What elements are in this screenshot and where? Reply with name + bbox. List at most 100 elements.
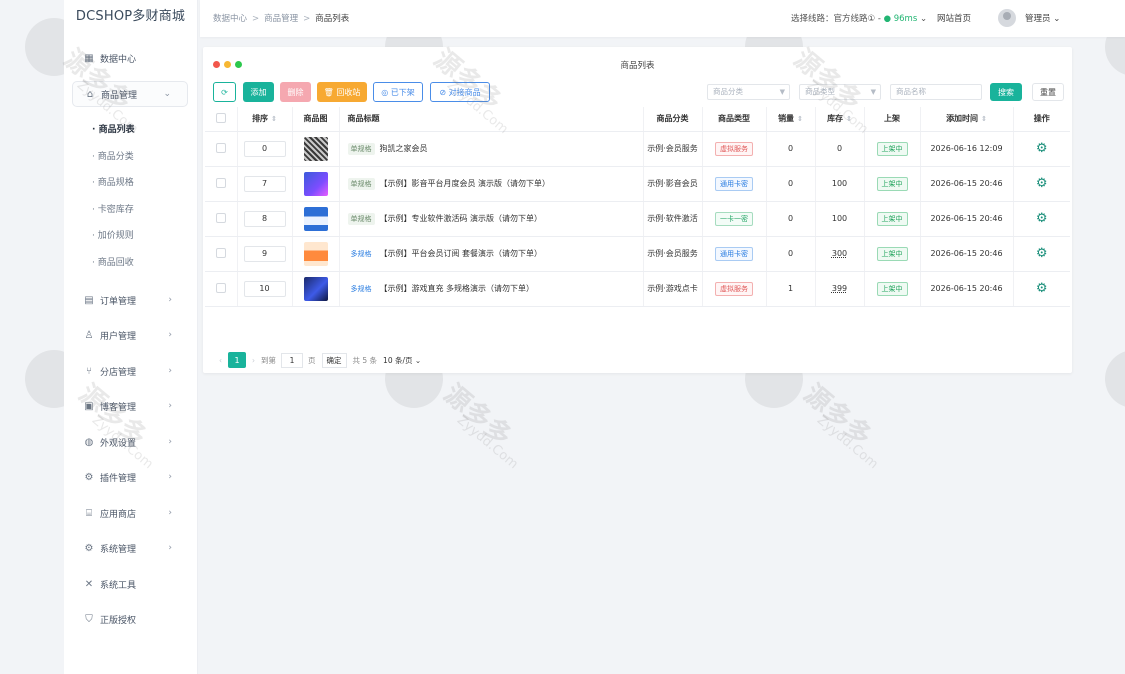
search-button[interactable]: 搜索 [990, 83, 1022, 101]
sidebar-sub-product-list[interactable]: · 商品列表 [92, 122, 135, 135]
status-toggle[interactable]: 上架中 [876, 281, 908, 296]
sidebar-item-blog[interactable]: ▣ 博客管理 › [72, 393, 188, 419]
added-time: 2026-06-15 20:46 [920, 271, 1014, 307]
product-category: 示例·会员服务 [647, 143, 698, 153]
admin-menu[interactable]: 管理员 ⌄ [1025, 12, 1060, 24]
gear-icon[interactable]: ⚙ [1036, 141, 1048, 156]
col-sort[interactable]: 排序 ⇕ [237, 107, 293, 132]
sort-icon: ⇕ [846, 115, 852, 124]
type-select[interactable]: 商品类型 ▼ [799, 84, 881, 100]
stock-value[interactable]: 399 [832, 284, 847, 293]
col-status: 上架 [864, 107, 921, 132]
product-title[interactable]: 【示例】影音平台月度会员 演示版（请勿下单） [380, 179, 551, 188]
page-unit-label: 页 [308, 355, 316, 365]
recycle-bin-button[interactable]: 🗑︎ 回收站 [317, 82, 367, 102]
breadcrumb-current: 商品列表 [315, 14, 350, 24]
sort-icon: ⇕ [797, 115, 803, 124]
sidebar-item-appearance[interactable]: ◍ 外观设置 › [72, 429, 188, 455]
sidebar-item-tools[interactable]: ✕ 系统工具 [72, 571, 188, 597]
col-time[interactable]: 添加时间 ⇕ [920, 107, 1014, 132]
type-badge: 通用卡密 [715, 246, 753, 261]
product-name-input[interactable]: 商品名称 [890, 84, 982, 100]
sidebar-item-license[interactable]: ⛉ 正版授权 [72, 606, 188, 632]
sort-input[interactable]: 7 [243, 175, 286, 192]
sidebar-item-branches[interactable]: ⑂ 分店管理 › [72, 358, 188, 384]
prev-page-icon[interactable]: ‹ [219, 356, 222, 365]
sidebar-item-system[interactable]: ⚙ 系统管理 › [72, 535, 188, 561]
stock-value: 100 [815, 166, 865, 202]
product-table: 排序 ⇕ 商品图 商品标题 商品分类 商品类型 销量 ⇕ 库存 ⇕ 上架 添加时间 ⇕ … [205, 107, 1070, 307]
chevron-right-icon: › [168, 472, 172, 482]
status-toggle[interactable]: 上架中 [876, 246, 908, 261]
chevron-down-icon: ⌄ [919, 14, 928, 24]
site-home-link[interactable]: 网站首页 [937, 12, 971, 24]
page-jump-input[interactable]: 1 [281, 352, 303, 368]
gear-icon[interactable]: ⚙ [1036, 246, 1048, 261]
product-title[interactable]: 【示例】平台会员订阅 套餐演示（请勿下单） [380, 249, 543, 258]
row-checkbox[interactable] [215, 282, 226, 293]
add-button[interactable]: 添加 [243, 82, 274, 102]
gear-icon[interactable]: ⚙ [1036, 281, 1048, 296]
row-checkbox[interactable] [215, 212, 226, 223]
sidebar-item-products[interactable]: ⌂ 商品管理 ⌄ [72, 81, 188, 107]
spec-badge: 多规格 [347, 247, 375, 260]
product-title[interactable]: 【示例】专业软件激活码 演示版（请勿下单） [380, 214, 543, 223]
type-badge: 一卡一密 [715, 211, 753, 226]
row-checkbox[interactable] [215, 177, 226, 188]
status-toggle[interactable]: 上架中 [876, 211, 908, 226]
sidebar-item-plugins[interactable]: ⚙ 插件管理 › [72, 464, 188, 490]
breadcrumb-item[interactable]: 数据中心 [213, 14, 247, 24]
off-shelf-button[interactable]: ◎ 已下架 [373, 82, 423, 102]
page-size-select[interactable]: 10 条/页 ⌄ [383, 355, 421, 366]
product-thumbnail [303, 136, 328, 161]
sidebar-item-users[interactable]: ♙ 用户管理 › [72, 322, 188, 348]
sort-input[interactable]: 10 [243, 280, 286, 297]
delete-button[interactable]: 删除 [280, 82, 311, 102]
sidebar-item-label: 用户管理 [100, 331, 137, 342]
sidebar-sub-product-category[interactable]: · 商品分类 [92, 149, 134, 162]
refresh-button[interactable]: ⟳ [213, 82, 236, 102]
sidebar-sub-product-recycle[interactable]: · 商品回收 [92, 255, 134, 268]
line-selector[interactable]: 选择线路：官方线路① - ● 96ms ⌄ [791, 12, 927, 24]
user-icon: ♙ [84, 329, 94, 341]
product-title[interactable]: 狗凯之家会员 [380, 144, 428, 153]
row-checkbox[interactable] [215, 247, 226, 258]
sidebar-item-label: 正版授权 [100, 615, 137, 626]
product-title[interactable]: 【示例】游戏直充 多规格演示（请勿下单） [380, 284, 535, 293]
reset-button[interactable]: 重置 [1032, 83, 1064, 101]
col-stock[interactable]: 库存 ⇕ [815, 107, 865, 132]
col-category: 商品分类 [643, 107, 703, 132]
page-confirm-button[interactable]: 确定 [321, 352, 347, 368]
breadcrumb: 数据中心 > 商品管理 > 商品列表 [213, 14, 350, 24]
sort-input[interactable]: 8 [243, 210, 286, 227]
sidebar-sub-card-stock[interactable]: · 卡密库存 [92, 202, 134, 215]
brand-logo: DCSHOP多财商城 [75, 9, 186, 24]
chevron-down-icon: ⌄ [1053, 14, 1061, 24]
table-header: 排序 ⇕ 商品图 商品标题 商品分类 商品类型 销量 ⇕ 库存 ⇕ 上架 添加时间 ⇕ … [205, 107, 1070, 132]
row-checkbox[interactable] [215, 142, 226, 153]
next-page-icon[interactable]: › [252, 356, 255, 365]
avatar[interactable] [998, 9, 1016, 27]
breadcrumb-item[interactable]: 商品管理 [264, 14, 298, 24]
dock-products-button[interactable]: ⊘ 对接商品 [430, 82, 490, 102]
sidebar-sub-product-spec[interactable]: · 商品规格 [92, 175, 134, 188]
sort-input[interactable]: 9 [243, 245, 286, 262]
status-toggle[interactable]: 上架中 [876, 141, 908, 156]
added-time: 2026-06-15 20:46 [920, 166, 1014, 202]
sidebar-sub-markup-rules[interactable]: · 加价规则 [92, 228, 134, 241]
sidebar-item-app-store[interactable]: ⌸ 应用商店 › [72, 500, 188, 526]
link-icon: ⊘ [439, 87, 447, 97]
sidebar-item-dashboard[interactable]: ▦ 数据中心 [72, 45, 188, 71]
category-select[interactable]: 商品分类 ▼ [707, 84, 790, 100]
sort-input[interactable]: 0 [243, 140, 286, 157]
gear-icon[interactable]: ⚙ [1036, 211, 1048, 226]
table-row: 7 单规格 【示例】影音平台月度会员 演示版（请勿下单） 示例·影音会员 通用卡密… [205, 166, 1070, 202]
sidebar-item-orders[interactable]: ▤ 订单管理 › [72, 287, 188, 313]
col-sales[interactable]: 销量 ⇕ [766, 107, 816, 132]
status-toggle[interactable]: 上架中 [876, 176, 908, 191]
select-all-checkbox[interactable] [205, 107, 238, 132]
gear-icon[interactable]: ⚙ [1036, 176, 1048, 191]
col-type: 商品类型 [702, 107, 767, 132]
page-current[interactable]: 1 [228, 352, 246, 368]
stock-value[interactable]: 300 [832, 249, 847, 258]
